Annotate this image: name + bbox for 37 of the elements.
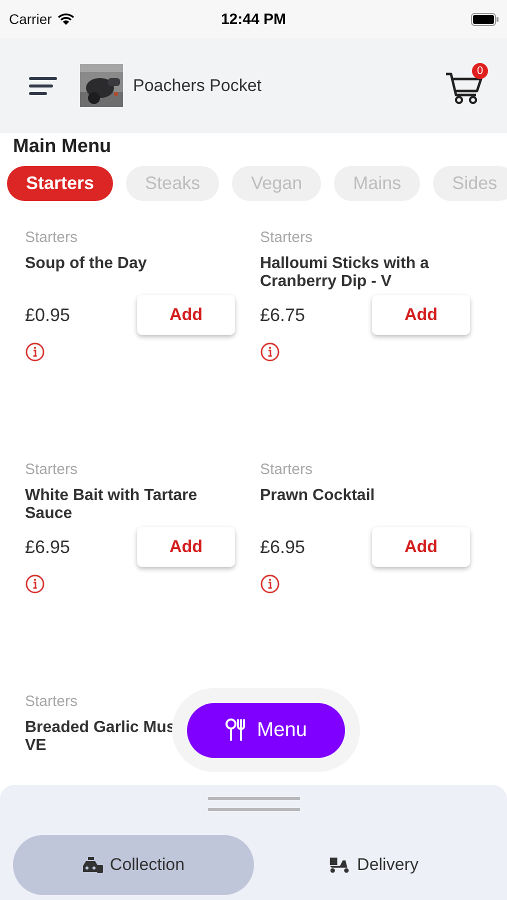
item-price: £6.95 bbox=[260, 536, 306, 558]
order-type-tab[interactable]: Delivery bbox=[254, 835, 494, 895]
add-button[interactable]: Add bbox=[372, 527, 470, 567]
car-icon bbox=[82, 856, 104, 874]
item-category: Starters bbox=[260, 461, 313, 478]
info-icon[interactable] bbox=[25, 342, 45, 362]
clock-time: 12:44 PM bbox=[220, 10, 288, 28]
item-price: £0.95 bbox=[25, 304, 70, 326]
item-category: Starters bbox=[25, 229, 78, 246]
section-title: Main Menu bbox=[12, 135, 112, 159]
carrier-name: Carrier bbox=[9, 11, 52, 27]
menu-button[interactable]: Menu bbox=[187, 702, 345, 758]
item-price: £6.95 bbox=[25, 536, 70, 558]
info-icon[interactable] bbox=[260, 574, 280, 594]
item-name: Halloumi Sticks with a Cranberry Dip - V bbox=[260, 255, 430, 291]
info-icon[interactable] bbox=[260, 342, 280, 362]
scooter-icon bbox=[329, 856, 352, 874]
item-name: Soup of the Day bbox=[25, 255, 147, 274]
item-category: Starters bbox=[260, 229, 313, 246]
add-button[interactable]: Add bbox=[137, 527, 235, 567]
category-tab[interactable]: Starters bbox=[7, 166, 114, 201]
item-name: Prawn Cocktail bbox=[260, 487, 375, 506]
cutlery-icon bbox=[224, 718, 247, 742]
cart-count-badge: 0 bbox=[472, 62, 488, 78]
item-price: £6.75 bbox=[260, 304, 306, 326]
wifi-icon bbox=[56, 12, 75, 26]
restaurant-name: Poachers Pocket bbox=[133, 76, 262, 96]
order-type-tab[interactable]: Collection bbox=[13, 835, 254, 895]
add-button[interactable]: Add bbox=[137, 295, 235, 335]
menu-icon[interactable] bbox=[29, 76, 57, 96]
drag-handle-icon[interactable] bbox=[208, 797, 300, 811]
item-name: White Bait with Tartare Sauce bbox=[25, 487, 198, 523]
add-button[interactable]: Add bbox=[372, 295, 470, 335]
battery-icon bbox=[471, 12, 499, 26]
item-category: Starters bbox=[25, 693, 78, 710]
item-category: Starters bbox=[25, 461, 78, 478]
info-icon[interactable] bbox=[25, 574, 45, 594]
